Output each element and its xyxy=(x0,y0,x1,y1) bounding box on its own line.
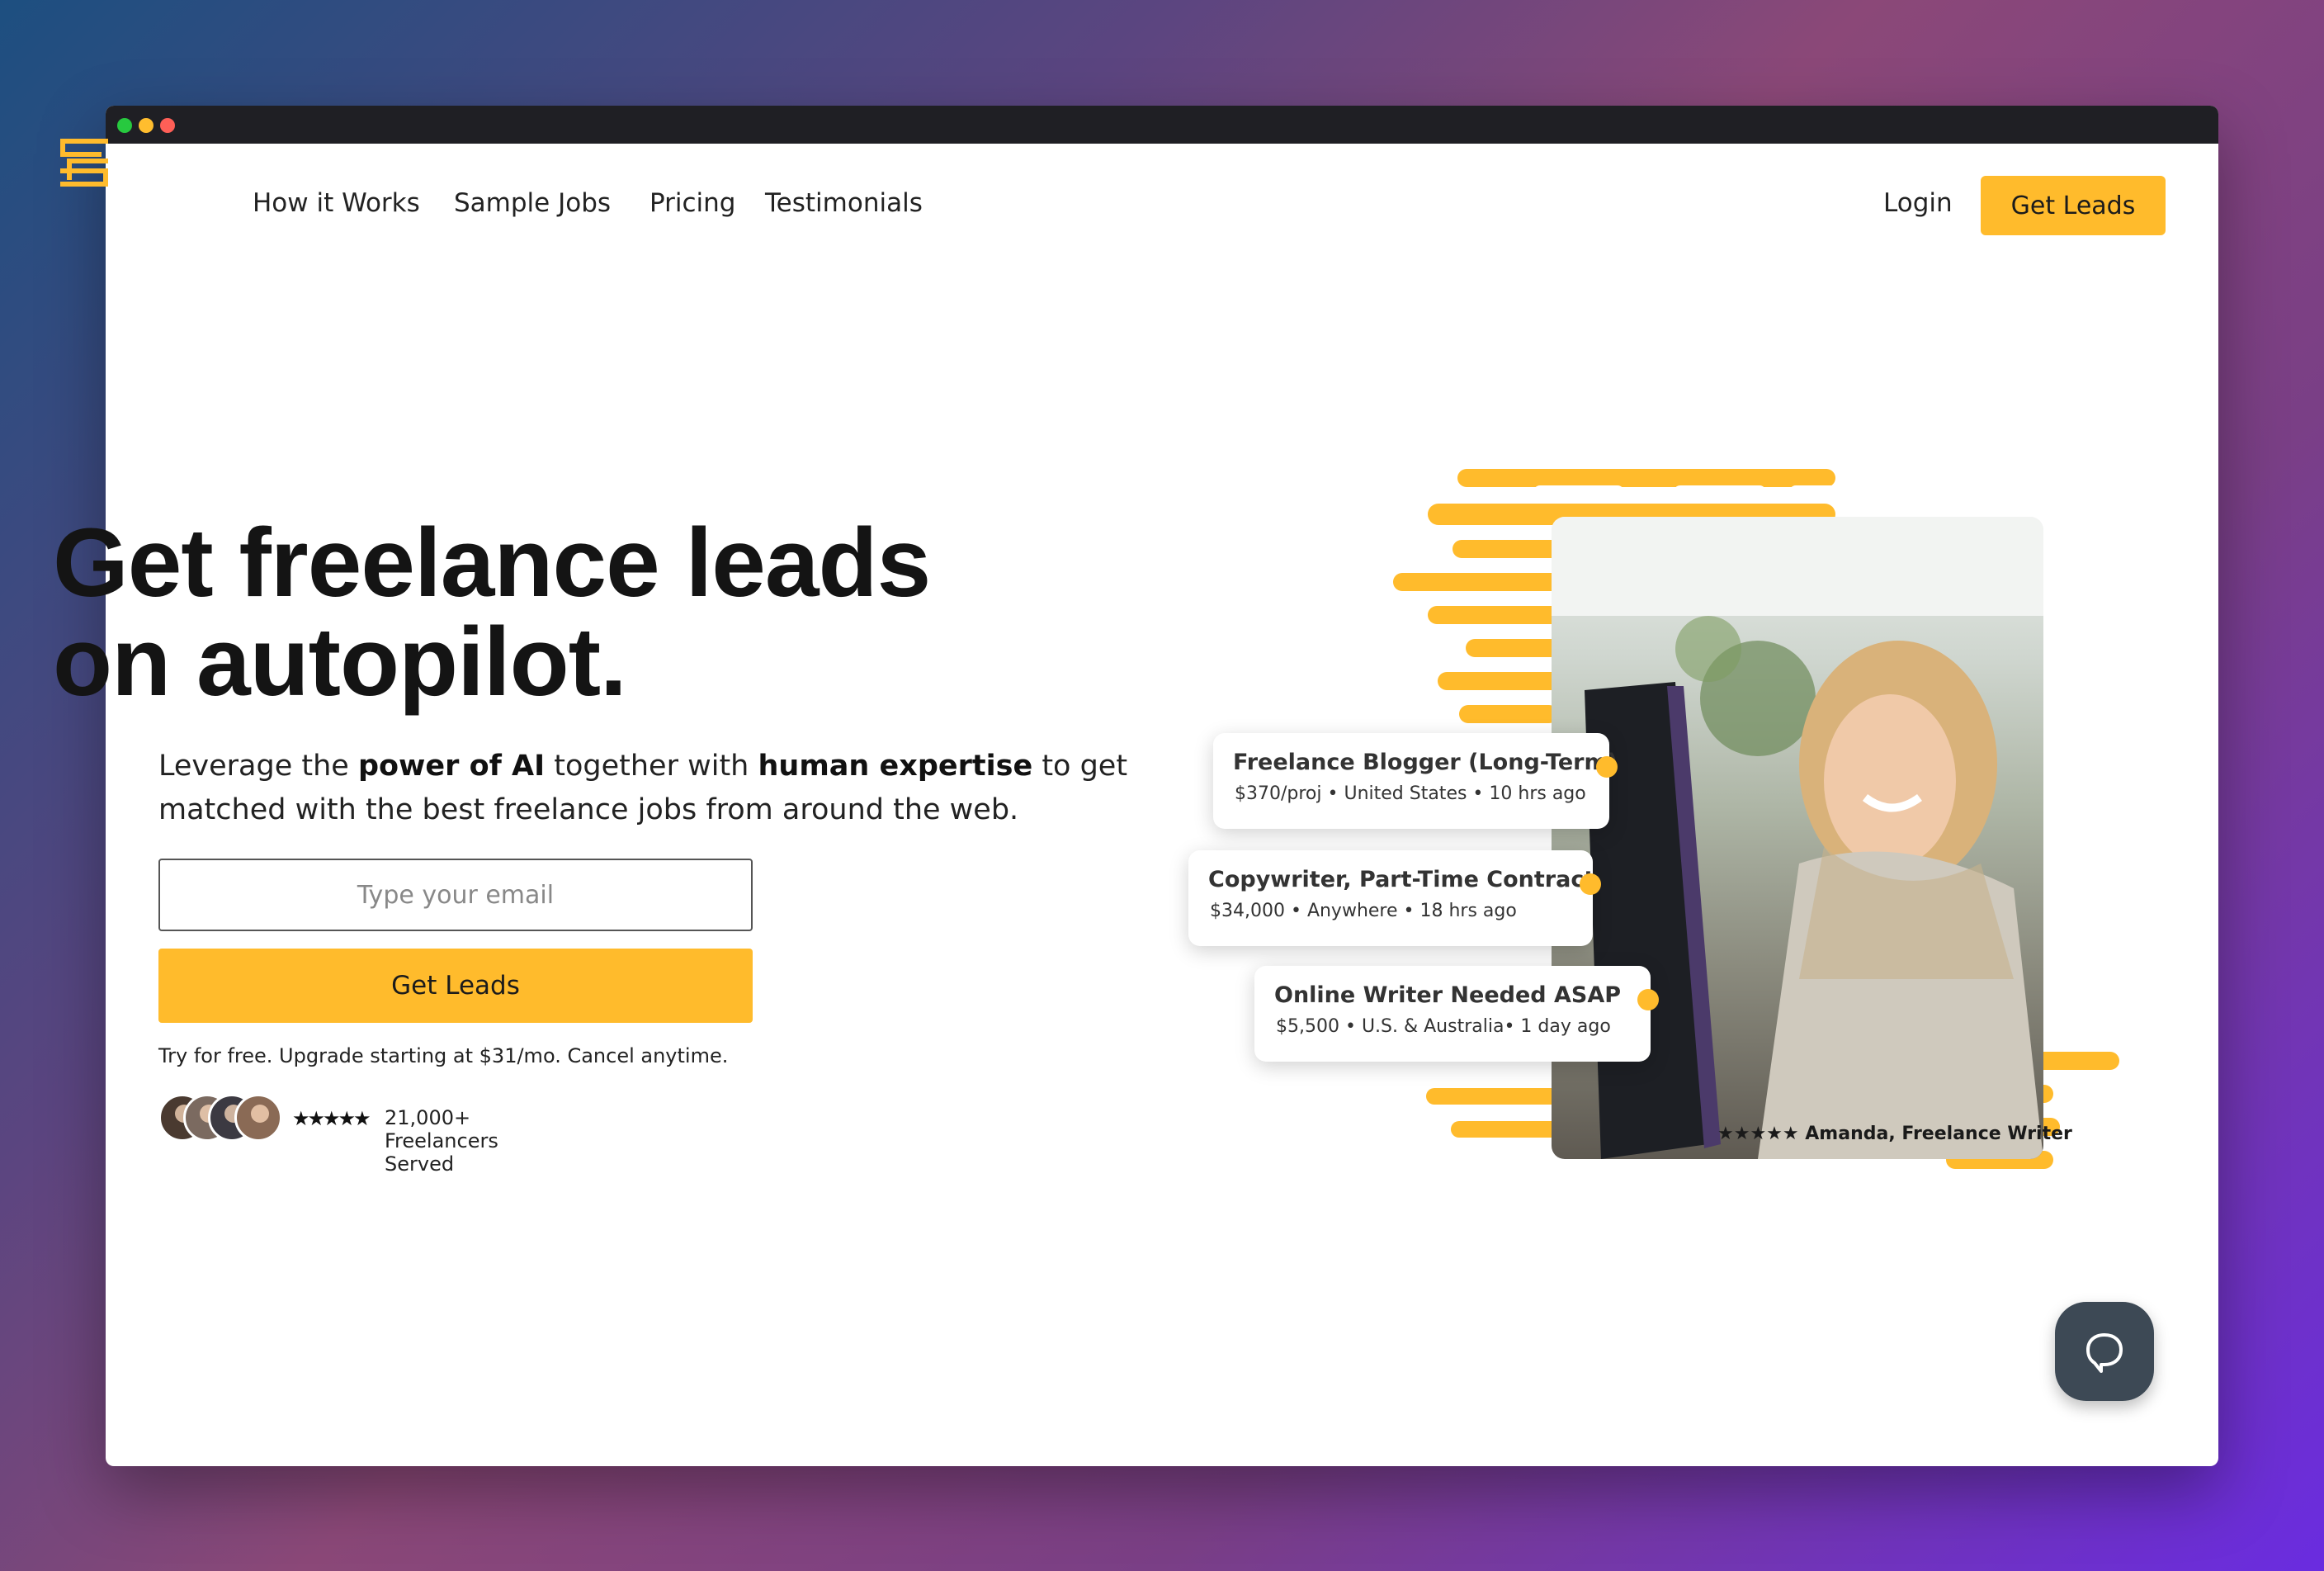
job-card-pin-icon xyxy=(1637,989,1659,1010)
job-card[interactable]: Freelance Blogger (Long-Term) $370/proj … xyxy=(1213,733,1618,829)
hero-subheading: Leverage the power of AI together with h… xyxy=(158,745,1182,832)
testimonial-caption: ★★★★★ Amanda, Freelance Writer xyxy=(1717,1124,2072,1144)
job-card-title: Online Writer Needed ASAP xyxy=(1274,982,1622,1008)
nav-link-pricing[interactable]: Pricing xyxy=(649,188,736,218)
nav-link-how-it-works[interactable]: How it Works xyxy=(253,188,420,218)
job-card-meta: $5,500 • U.S. & Australia• 1 day ago xyxy=(1276,1016,1611,1037)
job-card-title: Freelance Blogger (Long-Term) xyxy=(1233,750,1618,775)
job-card-title: Copywriter, Part-Time Contract xyxy=(1208,867,1595,892)
testimonial-photo xyxy=(1552,517,2043,1159)
sub-bold-1: power of AI xyxy=(357,750,546,783)
nav-link-testimonials[interactable]: Testimonials xyxy=(765,188,923,218)
job-card-meta: $370/proj • United States • 10 hrs ago xyxy=(1235,783,1586,804)
job-card[interactable]: Copywriter, Part-Time Contract $34,000 •… xyxy=(1188,850,1601,946)
job-card-meta: $34,000 • Anywhere • 18 hrs ago xyxy=(1210,901,1517,921)
get-leads-button[interactable]: Get Leads xyxy=(158,949,753,1023)
nav-link-sample-jobs[interactable]: Sample Jobs xyxy=(454,188,611,218)
headline-line-2: on autopilot. xyxy=(53,608,627,717)
job-card[interactable]: Online Writer Needed ASAP $5,500 • U.S. … xyxy=(1254,966,1659,1062)
login-link[interactable]: Login xyxy=(1883,188,1953,218)
window-dot-red[interactable] xyxy=(160,118,175,133)
sub-text-2: together with xyxy=(545,750,758,783)
nav-get-leads-button[interactable]: Get Leads xyxy=(1981,176,2166,235)
job-card-pin-icon xyxy=(1580,873,1601,895)
window-titlebar xyxy=(106,106,2218,144)
email-input[interactable] xyxy=(158,859,753,931)
pricing-fine-print: Try for free. Upgrade starting at $31/mo… xyxy=(158,1044,729,1067)
chat-bubble-icon xyxy=(2086,1333,2123,1373)
rating-stars-icon: ★★★★★ xyxy=(292,1107,371,1130)
chat-bubble-button[interactable] xyxy=(2055,1302,2154,1401)
avatar xyxy=(234,1094,282,1142)
job-card-pin-icon xyxy=(1596,756,1618,778)
sub-bold-2: human expertise xyxy=(758,750,1033,783)
logo-icon[interactable] xyxy=(58,136,111,189)
sub-text-1: Leverage the xyxy=(158,750,358,783)
headline-line-1: Get freelance leads xyxy=(53,509,931,618)
hero-headline: Get freelance leads on autopilot. xyxy=(53,513,1126,712)
window-dot-green[interactable] xyxy=(117,118,132,133)
photo-illustration xyxy=(1552,517,2043,1159)
window-dot-yellow[interactable] xyxy=(139,118,154,133)
freelancers-served-text: 21,000+ Freelancers Served xyxy=(385,1106,498,1176)
